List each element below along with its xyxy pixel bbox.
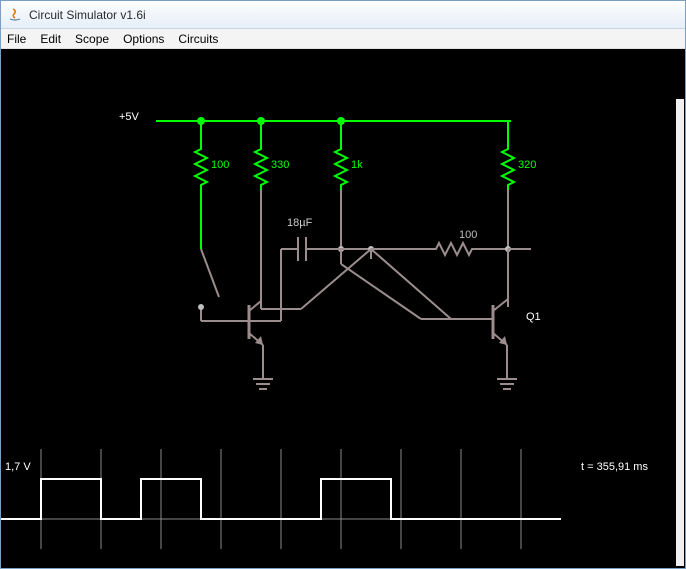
window-title: Circuit Simulator v1.6i [29,8,146,22]
scope-voltage-label: 1,7 V [5,461,31,473]
right-scroll-gutter[interactable] [676,99,684,566]
voltage-source-label: +5V [119,111,139,123]
resistor-r2-label: 330 [271,159,289,171]
titlebar[interactable]: Circuit Simulator v1.6i [1,1,685,29]
circuit-svg [1,49,685,568]
menu-file[interactable]: File [7,32,26,46]
resistor-r5-label: 100 [459,229,477,241]
resistor-r3-label: 1k [351,159,363,171]
scope-time-label: t = 355,91 ms [581,461,648,473]
capacitor-label: 18µF [287,217,312,229]
java-icon [7,7,23,23]
menu-edit[interactable]: Edit [40,32,61,46]
resistor-r1-label: 100 [211,159,229,171]
menu-scope[interactable]: Scope [75,32,109,46]
transistor-q1-label: Q1 [526,311,541,323]
menu-options[interactable]: Options [123,32,164,46]
menu-circuits[interactable]: Circuits [178,32,218,46]
menubar: File Edit Scope Options Circuits [1,29,685,49]
resistor-r4-label: 320 [518,159,536,171]
circuit-canvas[interactable]: +5V 100 330 1k 320 100 18µF Q1 1,7 V t =… [1,49,685,568]
app-window: Circuit Simulator v1.6i File Edit Scope … [0,0,686,569]
